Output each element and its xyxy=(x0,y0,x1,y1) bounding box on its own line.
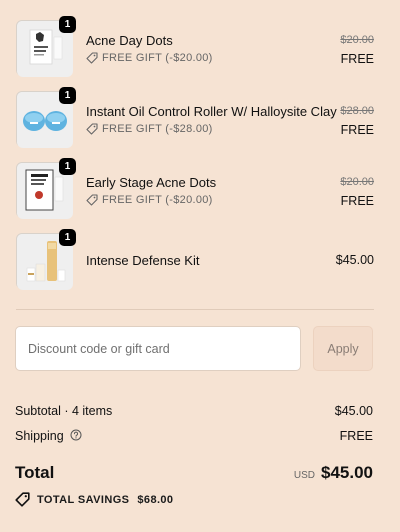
quantity-badge: 1 xyxy=(59,87,76,104)
total-label: Total xyxy=(15,463,55,482)
original-price: $20.00 xyxy=(340,176,374,188)
tag-icon xyxy=(86,123,98,135)
subtotal-value: $45.00 xyxy=(334,404,373,418)
cart-item: 1 Instant Oil Control Roller W/ Halloysi… xyxy=(16,87,374,162)
original-price: $28.00 xyxy=(340,105,374,117)
question-circle-icon[interactable] xyxy=(70,429,82,444)
shipping-value: FREE xyxy=(339,429,373,443)
savings-label: TOTAL SAVINGS xyxy=(37,493,130,506)
currency-code: USD xyxy=(293,470,315,481)
product-thumbnail: 1 xyxy=(16,229,76,290)
product-name: Early Stage Acne Dots xyxy=(86,175,217,190)
item-price: $45.00 xyxy=(335,253,374,267)
total-savings: TOTAL SAVINGS $68.00 xyxy=(15,492,173,507)
gift-text: FREE GIFT (-$20.00) xyxy=(102,52,213,64)
gift-text: FREE GIFT (-$28.00) xyxy=(102,123,213,135)
subtotal-row: Subtotal · 4 items $45.00 xyxy=(15,404,373,418)
total-value: $45.00 xyxy=(321,463,373,482)
discount-code-input[interactable] xyxy=(15,326,301,371)
section-divider xyxy=(16,309,374,310)
apply-discount-button[interactable]: Apply xyxy=(313,326,373,371)
total-row: Total USD $45.00 xyxy=(15,463,373,483)
original-price: $20.00 xyxy=(340,34,374,46)
total-amount-group: USD $45.00 xyxy=(294,463,373,483)
product-name: Intense Defense Kit xyxy=(86,253,200,268)
gift-text: FREE GIFT (-$20.00) xyxy=(102,194,213,206)
product-name: Acne Day Dots xyxy=(86,33,173,48)
tag-icon xyxy=(15,492,30,507)
free-gift-label: FREE GIFT (-$20.00) xyxy=(86,52,213,64)
shipping-label: Shipping xyxy=(15,429,64,443)
subtotal-label: Subtotal · 4 items xyxy=(15,404,113,418)
savings-value: $68.00 xyxy=(137,493,174,506)
item-price: FREE xyxy=(340,52,374,66)
product-thumbnail: 1 xyxy=(16,87,76,148)
free-gift-label: FREE GIFT (-$28.00) xyxy=(86,123,213,135)
item-price: FREE xyxy=(340,194,374,208)
cart-item: 1 Acne Day Dots FREE GIFT (-$20.00) $20.… xyxy=(16,16,374,91)
quantity-badge: 1 xyxy=(59,158,76,175)
tag-icon xyxy=(86,52,98,64)
product-name: Instant Oil Control Roller W/ Halloysite… xyxy=(86,104,337,119)
quantity-badge: 1 xyxy=(59,229,76,246)
quantity-badge: 1 xyxy=(59,16,76,33)
product-thumbnail: 1 xyxy=(16,158,76,219)
item-price: FREE xyxy=(340,123,374,137)
tag-icon xyxy=(86,194,98,206)
cart-item: 1 Early Stage Acne Dots FREE GIFT (-$20.… xyxy=(16,158,374,233)
shipping-row: Shipping FREE xyxy=(15,429,373,444)
cart-item: 1 Intense Defense Kit $45.00 xyxy=(16,229,374,304)
free-gift-label: FREE GIFT (-$20.00) xyxy=(86,194,213,206)
cart-items-list: 1 Acne Day Dots FREE GIFT (-$20.00) $20.… xyxy=(16,16,374,304)
product-thumbnail: 1 xyxy=(16,16,76,77)
